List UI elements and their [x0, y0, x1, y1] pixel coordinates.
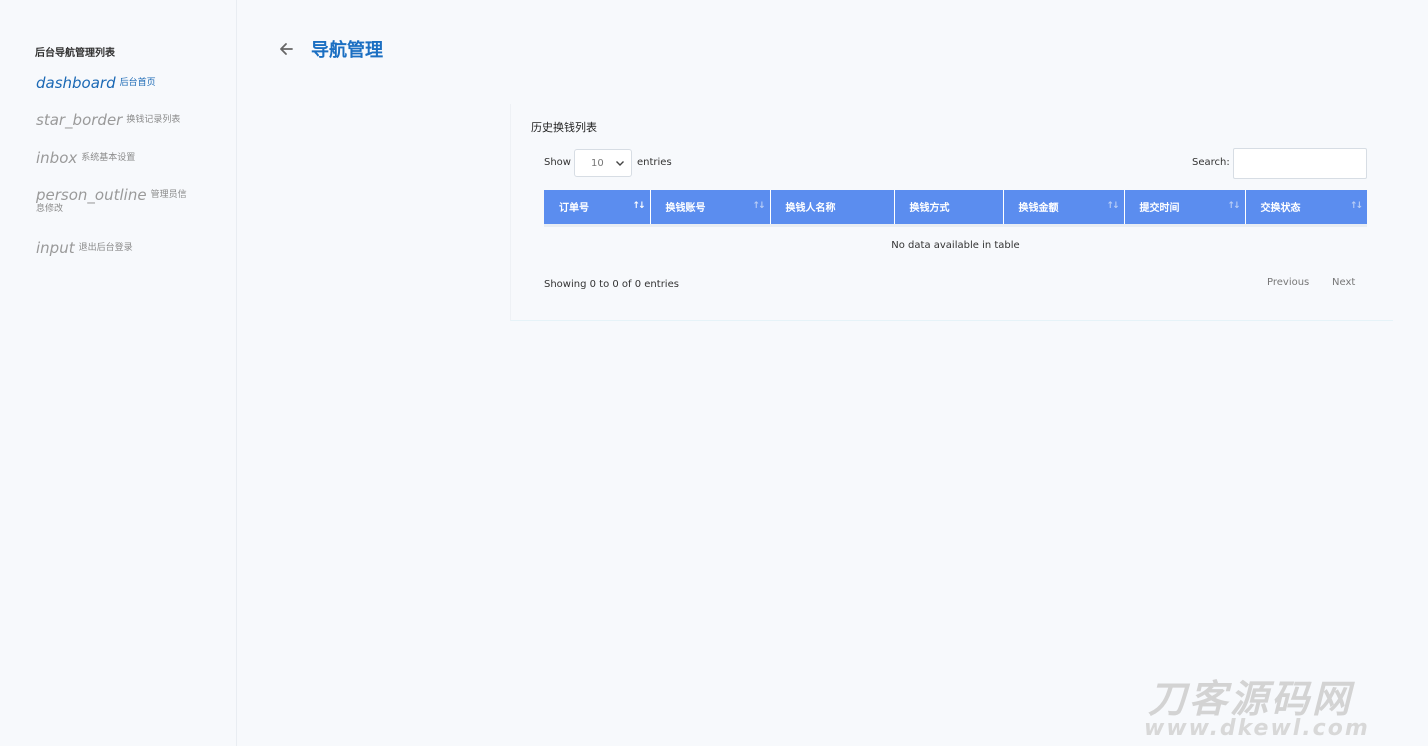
watermark-text: 刀客源码网 — [1148, 677, 1354, 721]
arrow-left-icon — [280, 43, 293, 55]
search-input[interactable] — [1233, 148, 1367, 179]
sidebar-item-label: 换钱记录列表 — [126, 115, 181, 125]
column-header-amount[interactable]: 换钱金额 ↑↓ — [1003, 190, 1125, 225]
sidebar-item-exchange-records[interactable]: star_border 换钱记录列表 — [36, 111, 196, 129]
sidebar-item-label: 退出后台登录 — [78, 243, 133, 253]
column-header-submit-time[interactable]: 提交时间 ↑↓ — [1124, 190, 1246, 225]
sidebar-item-label: 系统基本设置 — [81, 153, 136, 163]
empty-table-message: No data available in table — [544, 223, 1367, 265]
column-header-name[interactable]: 换钱人名称 — [770, 190, 895, 225]
search-label: Search: — [1192, 157, 1230, 168]
next-page-button[interactable]: Next — [1332, 277, 1355, 288]
input-icon: input — [36, 239, 75, 257]
table-header-row: 订单号 ↑↓ 换钱账号 ↑↓ 换钱人名称 换钱方式 换钱金额 ↑↓ 提交时间 ↑↓ 交换… — [544, 190, 1367, 225]
chevron-down-icon — [616, 161, 624, 166]
sidebar-item-admin-info[interactable]: person_outline 管理员信息修改 — [36, 188, 192, 216]
sort-asc-icon: ↑↓ — [632, 201, 645, 211]
page-title: 导航管理 — [311, 40, 383, 61]
sort-icon: ↑↓ — [752, 201, 765, 211]
sidebar-title: 后台导航管理列表 — [35, 48, 115, 59]
table-info: Showing 0 to 0 of 0 entries — [544, 279, 679, 290]
column-header-status[interactable]: 交换状态 ↑↓ — [1245, 190, 1367, 225]
sidebar-item-dashboard[interactable]: dashboard 后台首页 — [36, 74, 196, 92]
column-header-order-no[interactable]: 订单号 ↑↓ — [544, 190, 651, 225]
watermark-url: www.dkewl.com — [1144, 716, 1370, 741]
watermark: 刀客源码网 www.dkewl.com — [1140, 668, 1425, 746]
data-card: 历史换钱列表 Show 10 entries Search: 订单号 ↑↓ 换钱账… — [510, 104, 1393, 321]
sidebar-item-label: 后台首页 — [119, 78, 156, 88]
entries-length-select[interactable]: 10 — [574, 149, 632, 177]
inbox-icon: inbox — [36, 149, 78, 167]
star-border-icon: star_border — [36, 111, 123, 129]
sort-icon: ↑↓ — [1349, 201, 1363, 211]
column-header-account[interactable]: 换钱账号 ↑↓ — [650, 190, 771, 225]
back-button[interactable] — [276, 39, 296, 59]
show-label: Show — [544, 157, 571, 168]
sort-icon: ↑↓ — [1106, 201, 1119, 211]
table-row: No data available in table — [544, 223, 1367, 265]
previous-page-button[interactable]: Previous — [1267, 277, 1309, 288]
person-outline-icon: person_outline — [36, 186, 147, 204]
sidebar-item-logout[interactable]: input 退出后台登录 — [36, 239, 196, 257]
sidebar: 后台导航管理列表 dashboard 后台首页 star_border 换钱记录列表… — [0, 0, 237, 746]
exchange-table: 订单号 ↑↓ 换钱账号 ↑↓ 换钱人名称 换钱方式 换钱金额 ↑↓ 提交时间 ↑↓ 交换… — [544, 190, 1367, 265]
entries-label: entries — [637, 157, 672, 168]
dashboard-icon: dashboard — [36, 74, 116, 92]
sort-icon: ↑↓ — [1227, 201, 1240, 211]
column-header-method[interactable]: 换钱方式 — [894, 190, 1004, 225]
entries-length-value: 10 — [591, 158, 604, 169]
card-title: 历史换钱列表 — [531, 121, 597, 134]
sidebar-item-system-settings[interactable]: inbox 系统基本设置 — [36, 149, 196, 167]
